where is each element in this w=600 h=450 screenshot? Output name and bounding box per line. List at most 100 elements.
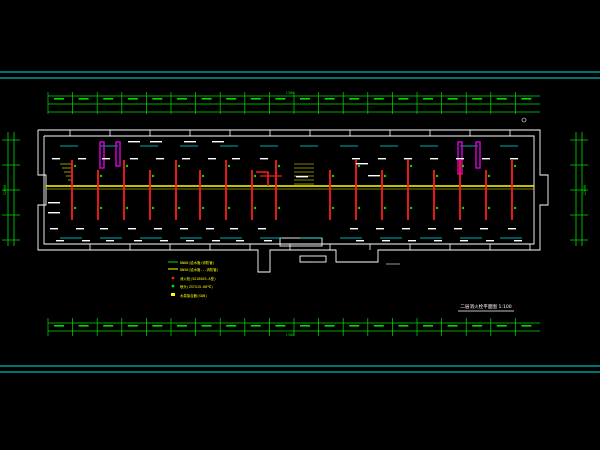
dimension-text-mark	[349, 325, 360, 327]
room-text-mark	[260, 158, 268, 160]
room-text-mark	[376, 228, 384, 230]
dimension-text-mark	[300, 325, 310, 327]
room-text-mark	[182, 158, 190, 160]
riser-valve	[357, 164, 361, 168]
riser-valve	[487, 206, 491, 210]
dimension-text-mark	[423, 325, 433, 327]
room-text-mark	[258, 228, 266, 230]
dimension-text-mark	[447, 98, 458, 100]
riser-valve	[73, 164, 77, 168]
dimension-text-mark	[226, 325, 237, 327]
riser-valve	[331, 206, 335, 210]
room-text-mark	[356, 240, 364, 242]
dimension-text-mark	[201, 98, 212, 100]
riser-valve	[277, 206, 281, 210]
dimension-text-mark	[226, 98, 237, 100]
dimension-text-mark	[201, 325, 212, 327]
room-text-mark	[230, 228, 238, 230]
room-text-mark	[78, 158, 86, 160]
riser-valve	[177, 206, 181, 210]
dimension-text-mark	[250, 98, 261, 100]
room-text-mark	[434, 240, 442, 242]
room-text-mark	[150, 141, 162, 143]
riser-valve	[177, 164, 181, 168]
room-text-mark	[368, 175, 380, 177]
riser-valve	[435, 206, 439, 210]
dimension-text-mark	[177, 98, 187, 100]
dimension-text-mark	[54, 325, 64, 327]
room-text-mark	[156, 158, 164, 160]
riser-valve	[487, 174, 491, 178]
riser-valve	[227, 206, 231, 210]
room-text-mark	[350, 228, 358, 230]
riser-valve	[461, 164, 465, 168]
riser-valve	[461, 206, 465, 210]
room-text-mark	[160, 240, 168, 242]
drawing-title: 二层消火栓平面图 1:100	[460, 303, 512, 310]
dimension-text-mark	[398, 325, 409, 327]
right-dimension-label: 12000	[583, 185, 587, 196]
dimension-text-mark	[152, 98, 163, 100]
dimension-text-mark	[373, 98, 384, 100]
stair-left	[60, 163, 72, 181]
room-text-mark	[130, 158, 138, 160]
room-labels	[48, 141, 522, 242]
dimension-text-mark	[496, 98, 507, 100]
riser-valve	[409, 164, 413, 168]
room-text-mark	[102, 158, 110, 160]
room-text-mark	[48, 202, 60, 204]
riser-valve	[409, 206, 413, 210]
room-text-mark	[482, 158, 490, 160]
top-dimension-label: 1300	[286, 91, 294, 95]
dimension-text-mark	[324, 325, 335, 327]
room-text-mark	[378, 158, 386, 160]
dimension-text-mark	[103, 325, 114, 327]
legend-item-4: 喷头(ZSTX15-68℃)	[180, 284, 213, 289]
dimension-text-mark	[78, 98, 89, 100]
riser-valve	[73, 206, 77, 210]
riser-valve	[201, 206, 205, 210]
room-text-mark	[408, 240, 416, 242]
room-text-mark	[402, 228, 410, 230]
riser-valve	[151, 174, 155, 178]
room-text-mark	[486, 240, 494, 242]
top-dimension-ticks	[47, 92, 532, 114]
legend-item-5: 水泵接合器(SQB)	[180, 293, 207, 298]
room-text-mark	[510, 158, 518, 160]
room-text-mark	[236, 240, 244, 242]
room-text-mark	[50, 228, 58, 230]
left-dimension-label: 12000	[3, 185, 7, 196]
room-text-mark	[454, 228, 462, 230]
riser-valve	[383, 206, 387, 210]
room-text-mark	[428, 228, 436, 230]
legend: DN80(给水管/消防管) DN50(给水管---消防管) 消火栓(SG18S6…	[168, 260, 219, 298]
room-text-mark	[184, 141, 196, 143]
dimension-text-mark	[472, 325, 483, 327]
dimension-text-mark	[127, 325, 138, 327]
room-text-mark	[180, 228, 188, 230]
dimension-text-mark	[349, 98, 360, 100]
room-text-mark	[460, 240, 468, 242]
dimension-text-mark	[447, 325, 458, 327]
room-text-mark	[128, 228, 136, 230]
dimension-text-mark	[127, 98, 138, 100]
room-text-mark	[154, 228, 162, 230]
dimension-text-mark	[472, 98, 483, 100]
room-text-mark	[430, 158, 438, 160]
dimension-text-mark	[521, 98, 532, 100]
riser-valve	[277, 164, 281, 168]
riser-valve	[513, 206, 517, 210]
dimension-text-mark	[496, 325, 507, 327]
dimension-text-mark	[78, 325, 89, 327]
riser-valve	[125, 164, 129, 168]
room-text-mark	[456, 158, 464, 160]
riser-branch	[256, 171, 269, 186]
room-text-mark	[382, 240, 390, 242]
dimension-text-mark	[275, 98, 286, 100]
room-text-mark	[212, 141, 224, 143]
room-text-mark	[352, 158, 360, 160]
dimension-text-mark	[103, 98, 114, 100]
room-text-mark	[212, 240, 220, 242]
room-text-mark	[128, 141, 140, 143]
room-text-mark	[296, 176, 308, 178]
